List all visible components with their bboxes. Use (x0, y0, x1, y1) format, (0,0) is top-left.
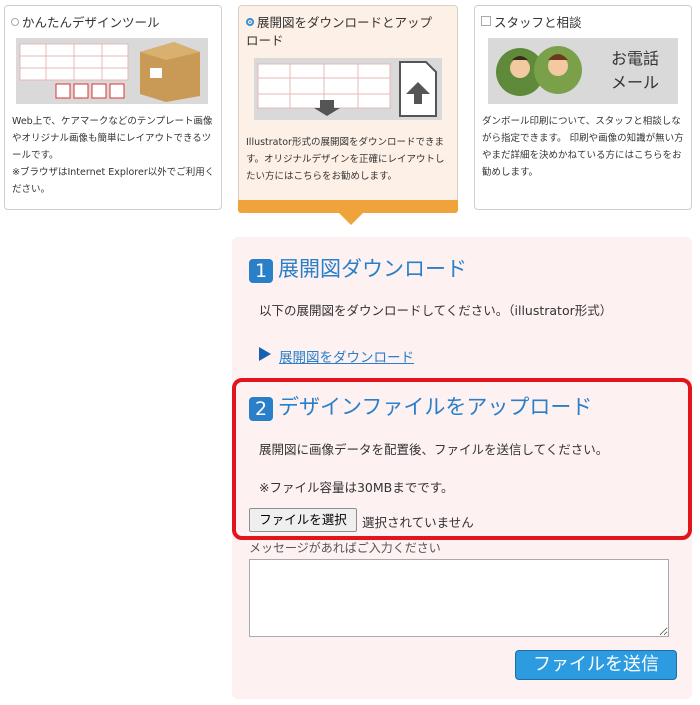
option-title: スタッフと相談 (481, 14, 582, 32)
option-description: Illustrator形式の展開図をダウンロードできます。オリジナルデザインを正… (246, 137, 445, 182)
message-textarea[interactable] (249, 559, 669, 637)
option-description: Web上で、ケアマークなどのテンプレート画像やオリジナル画像も簡単にレイアウトで… (12, 116, 215, 195)
consult-illustration-text: お電話 メール (610, 49, 659, 92)
step-number-badge: 1 (249, 259, 273, 283)
option-title: かんたんデザインツール (11, 14, 160, 32)
file-status-text: 選択されていません (362, 515, 474, 530)
play-arrow-icon (259, 347, 271, 361)
option-card-consult-staff[interactable]: スタッフと相談 ダンボール印刷について、スタッフと相談しながら指定できます。 印… (474, 5, 692, 210)
step1-instruction: 以下の展開図をダウンロードしてください。（illustrator形式） (259, 303, 613, 318)
send-file-button[interactable]: ファイルを送信 (515, 650, 677, 680)
step-number-badge: 2 (249, 397, 273, 421)
design-tool-illustration (16, 38, 208, 104)
choose-file-button[interactable]: ファイルを選択 (249, 508, 357, 532)
option-card-design-tool[interactable]: かんたんデザインツール Web上で、ケアマークなどのテンプレート画像やオリジナル… (4, 5, 222, 210)
file-size-note: ※ファイル容量は30MBまでです。 (259, 480, 454, 495)
download-upload-illustration (254, 58, 442, 120)
selected-indicator-arrow (338, 212, 364, 225)
consult-staff-illustration: お電話 メール (488, 38, 678, 104)
download-template-link[interactable]: 展開図をダウンロード (279, 346, 414, 366)
radio-icon[interactable] (11, 18, 19, 26)
radio-selected-icon[interactable] (246, 18, 254, 26)
step1-heading: 1 展開図ダウンロード (249, 256, 467, 283)
step2-heading: 2 デザインファイルをアップロード (249, 394, 592, 421)
message-label: メッセージがあればご入力ください (249, 541, 441, 555)
checkbox-icon[interactable] (481, 16, 491, 26)
option-title: 展開図をダウンロードとアップロード (246, 15, 433, 48)
option-description: ダンボール印刷について、スタッフと相談しながら指定できます。 印刷や画像の知識が… (482, 116, 684, 178)
step2-instruction: 展開図に画像データを配置後、ファイルを送信してください。 (259, 442, 609, 457)
